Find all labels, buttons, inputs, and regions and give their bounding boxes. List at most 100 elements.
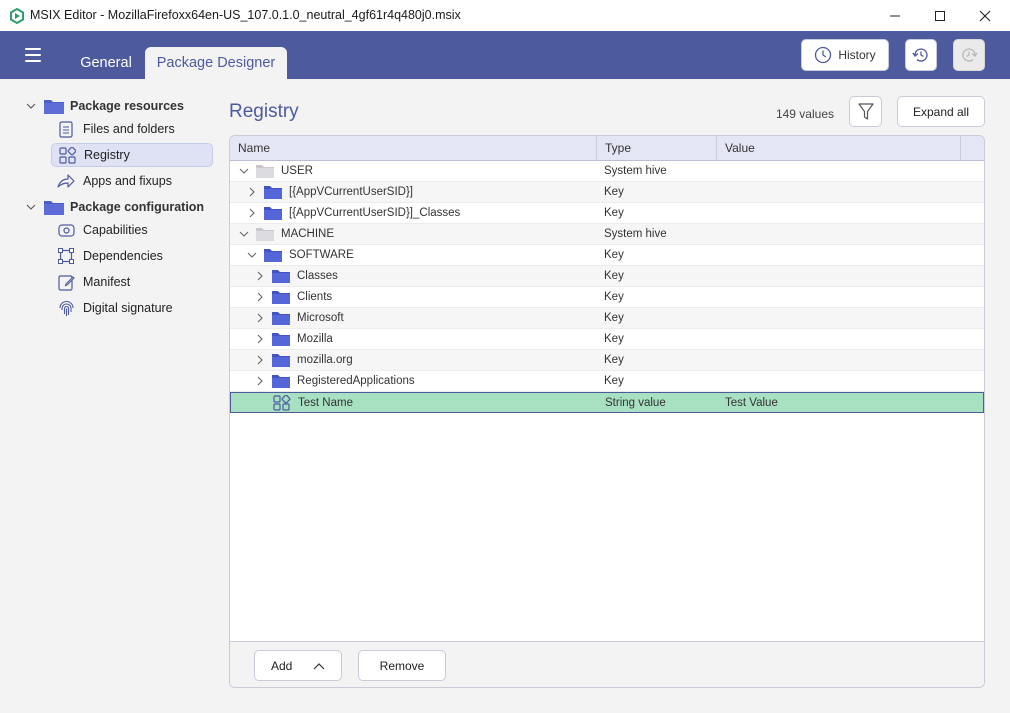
sidebar-group-label: Package configuration — [70, 200, 205, 214]
row-type: Key — [604, 291, 624, 303]
row-type: Key — [604, 354, 624, 366]
chevron-down-icon — [26, 103, 36, 109]
row-name: [{AppVCurrentUserSID}]_Classes — [289, 207, 461, 219]
chevron-down-icon[interactable] — [238, 227, 250, 241]
redo-button[interactable] — [953, 39, 985, 71]
sidebar-group-package-configuration[interactable]: Package configuration — [26, 195, 216, 219]
remove-button[interactable]: Remove — [358, 650, 446, 681]
sidebar-item-manifest[interactable]: Manifest — [51, 270, 213, 294]
minimize-button[interactable] — [872, 0, 918, 31]
sidebar-group-package-resources[interactable]: Package resources — [26, 94, 216, 118]
sidebar-item-capabilities[interactable]: Capabilities — [51, 218, 213, 242]
title-bar: MSIX Editor - MozillaFirefoxx64en-US_107… — [0, 0, 1010, 31]
folder-icon — [272, 291, 290, 304]
grid-header: Name Type Value — [230, 136, 984, 161]
row-name: Mozilla — [297, 333, 333, 345]
sidebar-item-apps-and-fixups[interactable]: Apps and fixups — [51, 169, 213, 193]
sidebar-item-dependencies[interactable]: Dependencies — [51, 244, 213, 268]
grid-footer: Add Remove — [230, 641, 984, 687]
sidebar-item-label: Dependencies — [83, 249, 163, 263]
sidebar-item-label: Files and folders — [83, 122, 175, 136]
minimize-icon — [890, 15, 900, 16]
row-name: Microsoft — [297, 312, 344, 324]
hamburger-menu-button[interactable] — [19, 44, 47, 66]
table-row[interactable]: Mozilla Key — [230, 329, 984, 350]
chevron-right-icon[interactable] — [246, 206, 258, 220]
redo-history-icon — [962, 48, 978, 62]
chevron-right-icon[interactable] — [246, 185, 258, 199]
chevron-right-icon[interactable] — [254, 353, 266, 367]
table-row[interactable]: MACHINE System hive — [230, 224, 984, 245]
table-row[interactable]: SOFTWARE Key — [230, 245, 984, 266]
folder-icon — [264, 207, 282, 220]
table-row[interactable]: [{AppVCurrentUserSID}] Key — [230, 182, 984, 203]
chevron-down-icon[interactable] — [238, 164, 250, 178]
folder-icon — [272, 333, 290, 346]
maximize-button[interactable] — [917, 0, 963, 31]
row-name: USER — [281, 165, 313, 177]
chevron-right-icon[interactable] — [254, 290, 266, 304]
window-title: MSIX Editor - MozillaFirefoxx64en-US_107… — [30, 8, 461, 22]
table-row[interactable]: USER System hive — [230, 161, 984, 182]
row-name: SOFTWARE — [289, 249, 354, 261]
close-button[interactable] — [962, 0, 1008, 31]
menu-line — [25, 60, 41, 62]
tab-package-designer[interactable]: Package Designer — [145, 47, 287, 79]
sidebar-item-label: Apps and fixups — [83, 174, 172, 188]
folder-icon — [264, 186, 282, 199]
maximize-icon — [935, 10, 945, 21]
table-row[interactable]: Microsoft Key — [230, 308, 984, 329]
column-header-type[interactable]: Type — [597, 136, 717, 160]
sidebar-item-registry[interactable]: Registry — [51, 143, 213, 167]
add-label: Add — [271, 658, 293, 673]
row-name: Test Name — [298, 397, 353, 409]
table-row[interactable]: [{AppVCurrentUserSID}]_Classes Key — [230, 203, 984, 224]
sidebar: Package resources Files and folders Regi… — [0, 79, 220, 713]
chevron-right-icon[interactable] — [254, 374, 266, 388]
row-type: Key — [604, 270, 624, 282]
capabilities-icon — [57, 223, 75, 237]
row-type: Key — [604, 375, 624, 387]
history-button[interactable]: History — [801, 39, 889, 71]
column-header-value[interactable]: Value — [717, 136, 961, 160]
chevron-down-icon[interactable] — [246, 248, 258, 262]
folder-icon — [272, 312, 290, 325]
column-header-name[interactable]: Name — [230, 136, 597, 160]
folder-icon — [272, 270, 290, 283]
hive-folder-icon — [256, 228, 274, 241]
page-title: Registry — [229, 101, 299, 122]
chevron-right-icon[interactable] — [254, 311, 266, 325]
folder-icon — [44, 201, 64, 215]
chevron-down-icon — [26, 204, 36, 210]
sidebar-item-label: Capabilities — [83, 223, 148, 237]
table-row[interactable]: Test Name String value Test Value — [230, 392, 984, 413]
close-icon — [979, 10, 991, 21]
share-icon — [57, 174, 75, 188]
undo-button[interactable] — [905, 39, 937, 71]
add-button[interactable]: Add — [254, 650, 342, 681]
chevron-right-icon[interactable] — [254, 332, 266, 346]
row-type: String value — [605, 397, 666, 409]
registry-icon — [58, 146, 76, 164]
sidebar-group-label: Package resources — [70, 99, 184, 113]
history-label: History — [838, 48, 876, 62]
row-type: Key — [604, 186, 624, 198]
menu-line — [25, 48, 41, 50]
hive-folder-icon — [256, 165, 274, 178]
sidebar-item-digital-signature[interactable]: Digital signature — [51, 296, 213, 320]
table-row[interactable]: Clients Key — [230, 287, 984, 308]
row-type: Key — [604, 249, 624, 261]
table-row[interactable]: Classes Key — [230, 266, 984, 287]
expand-all-button[interactable]: Expand all — [897, 96, 985, 127]
row-type: Key — [604, 312, 624, 324]
fingerprint-icon — [58, 300, 74, 316]
sidebar-item-files-and-folders[interactable]: Files and folders — [51, 117, 213, 141]
tab-general[interactable]: General — [70, 47, 142, 79]
folder-icon — [272, 354, 290, 367]
row-name: mozilla.org — [297, 354, 353, 366]
filter-button[interactable] — [849, 96, 882, 127]
chevron-up-icon — [313, 663, 325, 670]
table-row[interactable]: mozilla.org Key — [230, 350, 984, 371]
chevron-right-icon[interactable] — [254, 269, 266, 283]
table-row[interactable]: RegisteredApplications Key — [230, 371, 984, 392]
